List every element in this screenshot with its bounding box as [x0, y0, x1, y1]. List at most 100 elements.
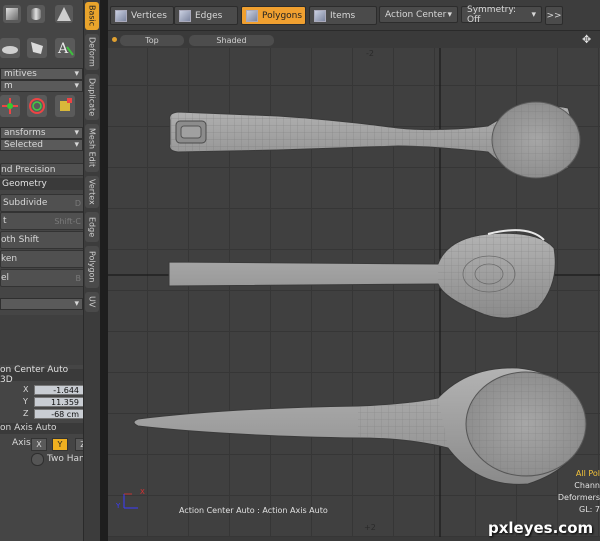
spoon-front-view[interactable]: [168, 229, 556, 319]
shading-mode-button[interactable]: Shaded: [189, 35, 274, 46]
tab-label: Basic: [87, 5, 97, 27]
mode-label: m: [4, 81, 13, 91]
bevel-tool-icon[interactable]: [27, 38, 47, 58]
vertex-cube-icon: [115, 9, 127, 22]
vertices-label: Vertices: [131, 10, 167, 21]
z-field-label: Z: [23, 409, 29, 418]
more-label: >>: [546, 10, 562, 21]
panel-divider[interactable]: [100, 0, 108, 541]
chevron-down-icon: ▾: [531, 9, 536, 20]
action-center-label: Action Center: [385, 9, 447, 20]
grid-marker-top: -2: [366, 49, 374, 58]
precision-button[interactable]: nd Precision: [0, 163, 85, 176]
symmetry-label: Symmetry: Off: [467, 4, 517, 25]
x-value: -1.644: [53, 386, 79, 395]
polygons-mode-button[interactable]: Polygons: [241, 6, 306, 25]
axis-x-button[interactable]: X: [31, 438, 47, 451]
geometry-header: Geometry: [0, 178, 83, 190]
view-type-label: Top: [145, 36, 159, 45]
mode-dropdown[interactable]: m ▾: [0, 80, 83, 92]
tab-label: Edge: [87, 216, 97, 238]
tool-bevel-button[interactable]: el B: [0, 269, 85, 287]
primitives-dropdown[interactable]: mitives ▾: [0, 68, 83, 80]
axis-x-label: X: [36, 440, 42, 449]
edges-mode-button[interactable]: Edges: [174, 6, 238, 25]
more-button[interactable]: >>: [545, 6, 563, 25]
tab-label: Duplicate: [87, 77, 97, 117]
cylinder-icon[interactable]: [27, 5, 45, 23]
info-line: All Pol: [575, 469, 600, 478]
chevron-down-icon: ▾: [74, 128, 79, 138]
edge-cube-icon: [179, 9, 191, 22]
tool-4-button[interactable]: ken: [0, 250, 85, 268]
text-tool-icon[interactable]: A: [55, 38, 75, 58]
tab-label: UV: [87, 296, 97, 308]
edges-label: Edges: [195, 10, 223, 21]
info-line: Chann: [574, 481, 600, 490]
cube-icon[interactable]: [3, 5, 21, 23]
tab-label: Deform: [87, 37, 97, 67]
tab-mesh-edit[interactable]: Mesh Edit: [85, 124, 99, 172]
tab-duplicate[interactable]: Duplicate: [85, 74, 99, 120]
tab-vertex[interactable]: Vertex: [85, 176, 99, 208]
tool-smooth-shift-button[interactable]: oth Shift: [0, 231, 85, 249]
chevron-down-icon: ▾: [447, 9, 452, 20]
transforms-dropdown[interactable]: ansforms ▾: [0, 127, 83, 139]
shortcut-label: Shift-C: [54, 216, 81, 226]
action-center-dropdown[interactable]: Action Center ▾: [379, 6, 458, 23]
tab-label: Vertex: [87, 179, 97, 205]
grid-marker-bottom: +2: [364, 523, 376, 532]
empty-panel-area: [0, 315, 83, 365]
axis-auto-title: on Axis Auto: [0, 423, 57, 433]
axis-y-text: Y: [115, 502, 121, 510]
axis-x-text: X: [140, 488, 145, 496]
tab-uv[interactable]: UV: [85, 292, 99, 312]
move-tool-icon[interactable]: [0, 95, 20, 117]
transforms-label: ansforms: [4, 128, 46, 138]
item-cube-icon: [314, 9, 326, 22]
move-view-icon[interactable]: ✥: [582, 33, 591, 46]
bend-tool-icon[interactable]: [0, 38, 20, 58]
spoon-side-view[interactable]: [133, 367, 587, 485]
view-type-button[interactable]: Top: [120, 35, 184, 46]
x-field-label: X: [23, 385, 29, 394]
info-line: GL: 7: [579, 505, 600, 514]
tab-basic[interactable]: Basic: [85, 2, 99, 30]
tool-subdivide-button[interactable]: Subdivide D: [0, 194, 85, 212]
items-mode-button[interactable]: Items: [309, 6, 377, 25]
tab-deform[interactable]: Deform: [85, 34, 99, 70]
action-center-title: on Center Auto 3D: [0, 365, 69, 385]
action-center-status: Action Center Auto : Action Axis Auto: [179, 506, 328, 515]
action-center-header: on Center Auto 3D: [0, 365, 83, 385]
tool-label: el: [1, 273, 10, 283]
spoon-top-view[interactable]: [169, 101, 581, 179]
tab-polygon[interactable]: Polygon: [85, 246, 99, 288]
viewport-info: All Pol Chann Deformers GL: 7: [540, 468, 600, 516]
two-handles-checkbox[interactable]: [31, 453, 44, 466]
axis-y-button[interactable]: Y: [52, 438, 68, 451]
cone-icon[interactable]: [55, 5, 73, 23]
precision-label: nd Precision: [1, 164, 56, 175]
tab-edge[interactable]: Edge: [85, 212, 99, 242]
viewport-canvas: -2 +2 X Y: [108, 48, 600, 537]
watermark: pxleyes.com: [488, 519, 594, 537]
geometry-label: Geometry: [2, 179, 47, 189]
tool-label: t: [3, 216, 7, 226]
preset-dropdown[interactable]: ▾: [0, 298, 83, 310]
info-line: Deformers: [557, 493, 600, 502]
selected-dropdown[interactable]: Selected ▾: [0, 139, 83, 151]
axis-gizmo: X Y: [115, 488, 145, 510]
z-value: -68 cm: [51, 410, 79, 419]
chevron-down-icon: ▾: [74, 81, 79, 91]
tool-2-button[interactable]: t Shift-C: [0, 212, 85, 230]
vertices-mode-button[interactable]: Vertices: [110, 6, 174, 25]
rotate-tool-icon[interactable]: [27, 95, 47, 117]
polygons-label: Polygons: [262, 10, 303, 21]
3d-viewport[interactable]: -2 +2 X Y Action Center Auto: Action Ax…: [108, 48, 600, 537]
viewport-menu-dot-icon[interactable]: [112, 37, 117, 42]
y-field-label: Y: [23, 397, 28, 406]
scale-tool-icon[interactable]: [55, 95, 75, 117]
shortcut-label: B: [75, 273, 82, 283]
symmetry-dropdown[interactable]: Symmetry: Off ▾: [461, 4, 542, 25]
polygon-cube-icon: [246, 9, 258, 22]
